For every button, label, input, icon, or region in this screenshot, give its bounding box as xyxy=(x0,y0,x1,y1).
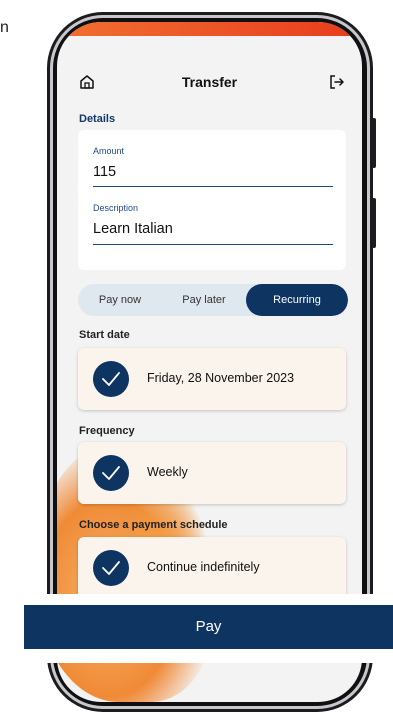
pay-button[interactable]: Pay xyxy=(24,605,393,649)
start-date-card[interactable]: Friday, 28 November 2023 xyxy=(78,348,346,410)
details-section-label: Details xyxy=(79,113,116,125)
logout-icon[interactable] xyxy=(328,73,346,91)
edge-text: n xyxy=(0,19,9,36)
tab-pay-later[interactable]: Pay later xyxy=(162,284,246,316)
schedule-value: Continue indefinitely xyxy=(147,560,260,574)
check-icon xyxy=(93,361,129,397)
page-title: Transfer xyxy=(181,74,238,90)
schedule-label: Choose a payment schedule xyxy=(79,519,228,531)
payment-type-selector: Pay now Pay later Recurring xyxy=(78,284,348,316)
tab-recurring[interactable]: Recurring xyxy=(246,284,348,316)
amount-label: Amount xyxy=(93,146,125,156)
pay-panel: Pay xyxy=(13,594,393,663)
details-card: Amount 115 Description Learn Italian xyxy=(78,130,346,270)
check-icon xyxy=(93,550,129,586)
phone-side-button xyxy=(372,118,376,168)
amount-field-underline xyxy=(93,186,333,187)
amount-field[interactable]: 115 xyxy=(93,164,116,180)
tab-pay-now[interactable]: Pay now xyxy=(78,284,162,316)
schedule-card[interactable]: Continue indefinitely xyxy=(78,537,346,599)
check-icon xyxy=(93,455,129,491)
frequency-card[interactable]: Weekly xyxy=(78,442,346,504)
frequency-label: Frequency xyxy=(79,425,135,437)
description-field-underline xyxy=(93,244,333,245)
top-accent-bar xyxy=(57,22,362,36)
description-label: Description xyxy=(93,203,139,213)
start-date-label: Start date xyxy=(79,329,130,341)
phone-side-button xyxy=(372,198,376,248)
description-field[interactable]: Learn Italian xyxy=(93,221,173,237)
frequency-value: Weekly xyxy=(147,465,188,479)
start-date-value: Friday, 28 November 2023 xyxy=(147,371,295,385)
app-header: Transfer xyxy=(57,62,362,102)
